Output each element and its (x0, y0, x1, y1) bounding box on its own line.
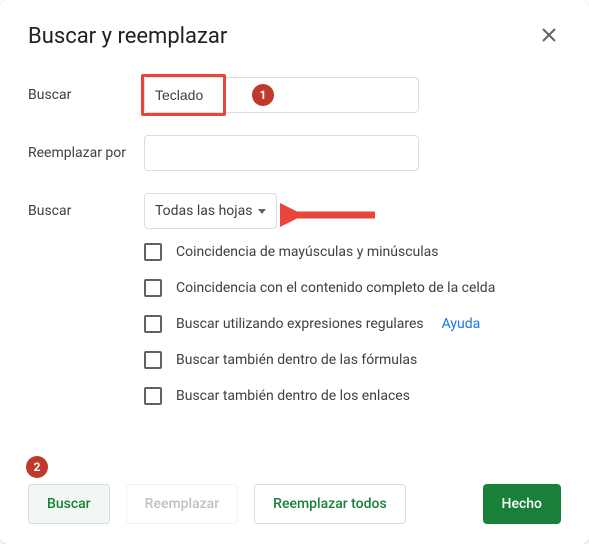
option-regex: Buscar utilizando expresiones regulares … (144, 315, 561, 333)
annotation-badge-1: 1 (252, 84, 274, 106)
replace-row: Reemplazar por (28, 135, 561, 171)
search-row: Buscar (28, 77, 561, 113)
replace-input[interactable] (144, 135, 419, 171)
scope-value: Todas las hojas (155, 203, 252, 219)
replace-all-button[interactable]: Reemplazar todos (254, 484, 406, 524)
option-match-case: Coincidencia de mayúsculas y minúsculas (144, 243, 561, 261)
option-label: Coincidencia de mayúsculas y minúsculas (176, 244, 439, 260)
scope-row: Buscar Todas las hojas (28, 193, 561, 229)
option-label: Coincidencia con el contenido completo d… (176, 280, 495, 296)
replace-button-label: Reemplazar (145, 496, 220, 512)
option-label: Buscar también dentro de los enlaces (176, 388, 410, 404)
checkbox-entire-cell[interactable] (144, 279, 162, 297)
search-input[interactable] (144, 77, 419, 113)
search-label: Buscar (28, 87, 144, 103)
done-button-label: Hecho (502, 496, 542, 512)
checkbox-links[interactable] (144, 387, 162, 405)
checkbox-match-case[interactable] (144, 243, 162, 261)
chevron-down-icon (258, 209, 266, 214)
checkbox-regex[interactable] (144, 315, 162, 333)
scope-select[interactable]: Todas las hojas (144, 193, 277, 229)
option-links: Buscar también dentro de los enlaces (144, 387, 561, 405)
option-formulas: Buscar también dentro de las fórmulas (144, 351, 561, 369)
option-label: Buscar también dentro de las fórmulas (176, 352, 417, 368)
help-link[interactable]: Ayuda (442, 316, 481, 332)
dialog-title: Buscar y reemplazar (28, 24, 227, 49)
search-field-wrap (144, 77, 419, 113)
option-entire-cell: Coincidencia con el contenido completo d… (144, 279, 561, 297)
close-button[interactable] (537, 25, 561, 49)
option-label: Buscar utilizando expresiones regulares (176, 316, 424, 332)
scope-label: Buscar (28, 203, 144, 219)
replace-all-button-label: Reemplazar todos (273, 496, 387, 512)
titlebar: Buscar y reemplazar (28, 24, 561, 49)
find-button-label: Buscar (47, 496, 91, 512)
dialog-footer: Buscar Reemplazar Reemplazar todos Hecho (0, 484, 589, 524)
close-icon (542, 28, 556, 46)
checkbox-formulas[interactable] (144, 351, 162, 369)
replace-button[interactable]: Reemplazar (126, 484, 239, 524)
annotation-badge-2: 2 (26, 456, 48, 478)
done-button[interactable]: Hecho (483, 484, 561, 524)
find-replace-dialog: Buscar y reemplazar Buscar Reemplazar po… (0, 0, 589, 544)
options-group: Coincidencia de mayúsculas y minúsculas … (144, 243, 561, 405)
replace-label: Reemplazar por (28, 145, 144, 161)
find-button[interactable]: Buscar (28, 484, 110, 524)
